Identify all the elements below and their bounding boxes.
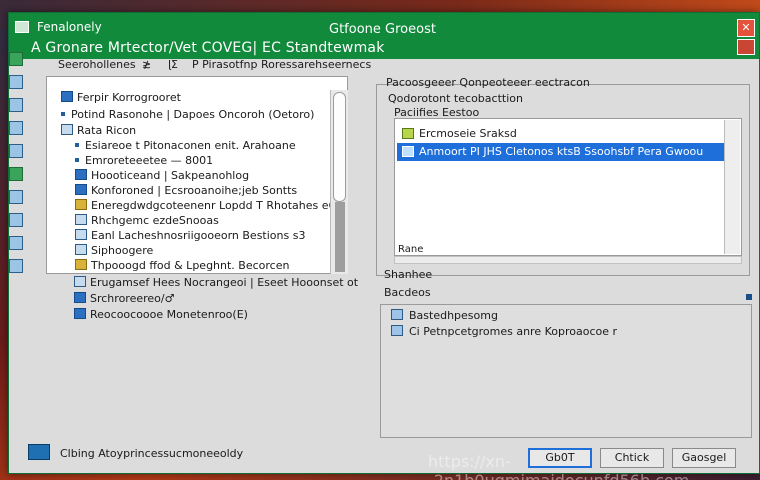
list-horizontal-scrollbar[interactable] xyxy=(394,256,742,264)
window-icon[interactable] xyxy=(9,236,23,250)
expand-icon[interactable] xyxy=(746,294,752,300)
list-footer-label: Rane xyxy=(398,244,424,255)
details-label: Bacdeos xyxy=(384,286,431,299)
tree-row[interactable]: Srchroreereo/♂ xyxy=(74,292,174,306)
tree-row[interactable]: Thpooogd ffod & Lpeghnt. Becorcen xyxy=(75,259,289,273)
bullet-icon xyxy=(75,158,79,162)
tree-row[interactable]: Eneregdwdgcoteenenr Lopdd T Rhotahes e6 xyxy=(75,199,335,213)
right-panel-subtitle: Qodorotont tecobacttion xyxy=(388,92,523,105)
title-bar: Fenalonely A Gronare Mrtector/Vet COVEG|… xyxy=(9,13,759,59)
close-icon[interactable]: ✕ xyxy=(737,19,755,37)
folder-icon xyxy=(75,259,87,270)
folder-icon xyxy=(75,169,87,180)
header-label-3[interactable]: ɭƩ xyxy=(168,58,178,71)
tree-row[interactable]: Erugamsef Hees Nocrangeoi | Eseet Hooons… xyxy=(74,276,358,290)
tree-scrollbar[interactable] xyxy=(330,90,348,274)
component-icon xyxy=(402,128,414,139)
folder-icon[interactable] xyxy=(9,98,23,112)
window-title: A Gronare Mrtector/Vet COVEG| EC Standte… xyxy=(31,40,385,56)
folder-icon xyxy=(75,214,87,225)
component-icon xyxy=(402,146,414,157)
tree-row[interactable]: Emroreteeetee — 8001 xyxy=(75,154,213,168)
tree-row[interactable]: Ferpir Korrogrooret xyxy=(61,91,181,105)
scroll-thumb[interactable] xyxy=(333,92,346,202)
tree-row[interactable]: Potind Rasonohe | Dapoes Oncoroh (Oetoro… xyxy=(61,108,314,122)
tree-row[interactable]: Rhchgemc ezdeSnooas xyxy=(75,214,219,228)
window-subtitle: Gtfoone Groeost xyxy=(329,22,436,37)
tree-row[interactable]: Siphoogere xyxy=(75,244,153,258)
scroll-track[interactable] xyxy=(335,202,345,272)
tree-row[interactable]: Rata Ricon xyxy=(61,124,136,138)
section-label: Shanhee xyxy=(384,268,433,281)
detail-row[interactable]: Ci Petnpcetgromes anre Koproaocoe r xyxy=(391,325,617,339)
status-text: Clbing Atoyprincessucmoneeoldy xyxy=(60,447,244,460)
header-label-4[interactable]: P Pirasotfnp Roressarehseernecs xyxy=(192,58,371,71)
list-item-selected[interactable]: Anmoort PI JHS Cletonos ktsB Ssoohsbf Pe… xyxy=(397,143,739,161)
watermark-text: https://xn--2n1b0ugmjmaidocunfd56b.com xyxy=(428,452,689,480)
table-icon[interactable] xyxy=(9,213,23,227)
header-label-1[interactable]: Seerohollenes xyxy=(58,58,136,71)
folder-icon xyxy=(74,276,86,287)
minimize-icon[interactable] xyxy=(737,39,755,55)
details-panel: Bastedhpesomg Ci Petnpcetgromes anre Kop… xyxy=(380,304,752,438)
right-panel-title: Pacoosgeeer Qonpeoteeer eectracon xyxy=(386,76,590,89)
tree-row[interactable]: Eanl Lacheshnosriigooeorn Bestions s3 xyxy=(75,229,305,243)
grid-icon[interactable] xyxy=(9,144,23,158)
status-bar: Clbing Atoyprincessucmoneeoldy xyxy=(8,438,368,462)
list-item[interactable]: Ercmoseie Sraksd xyxy=(397,125,739,143)
detail-row[interactable]: Bastedhpesomg xyxy=(391,309,498,323)
folder-icon xyxy=(61,91,73,102)
doc-icon[interactable] xyxy=(9,75,23,89)
tree-row[interactable]: Esiareoe t Pitonaconen enit. Arahoane xyxy=(75,139,296,153)
list-scrollbar[interactable] xyxy=(724,120,740,254)
tree-panel: Ferpir Korrogrooret Potind Rasonohe | Da… xyxy=(46,76,348,274)
left-panel-header: Seerohollenes ≵ ɭƩ P Pirasotfnp Roressar… xyxy=(50,56,380,74)
folder-icon xyxy=(74,308,86,319)
folder-icon xyxy=(75,199,87,210)
tree-continued: Erugamsef Hees Nocrangeoi | Eseet Hooons… xyxy=(46,276,358,346)
bullet-icon xyxy=(61,112,65,116)
tree-row[interactable]: Konforoned | Ecsrooanoihe;jeb Sontts xyxy=(75,184,297,198)
app-icon xyxy=(15,21,29,33)
left-icon-strip xyxy=(6,52,26,302)
folder-icon xyxy=(75,184,87,195)
status-icon xyxy=(28,444,50,460)
header-label-2[interactable]: ≵ xyxy=(142,58,151,71)
page-icon[interactable] xyxy=(9,190,23,204)
list-icon[interactable] xyxy=(9,121,23,135)
folder-icon xyxy=(75,244,87,255)
folder-icon xyxy=(75,229,87,240)
tree-row[interactable]: Hoooticeand | Sakpeanohlog xyxy=(75,169,249,183)
folder-icon xyxy=(74,292,86,303)
info-icon xyxy=(391,309,403,320)
tree-row[interactable]: Reocoocoooe Monetenroo(E) xyxy=(74,308,248,322)
chart-icon[interactable] xyxy=(9,259,23,273)
settings-icon[interactable] xyxy=(9,167,23,181)
app-label: Fenalonely xyxy=(37,20,102,34)
green-doc-icon[interactable] xyxy=(9,52,23,66)
component-icon xyxy=(391,325,403,336)
folder-icon xyxy=(61,124,73,135)
bullet-icon xyxy=(75,143,79,147)
component-list: Ercmoseie Sraksd Anmoort PI JHS Cletonos… xyxy=(394,118,742,256)
